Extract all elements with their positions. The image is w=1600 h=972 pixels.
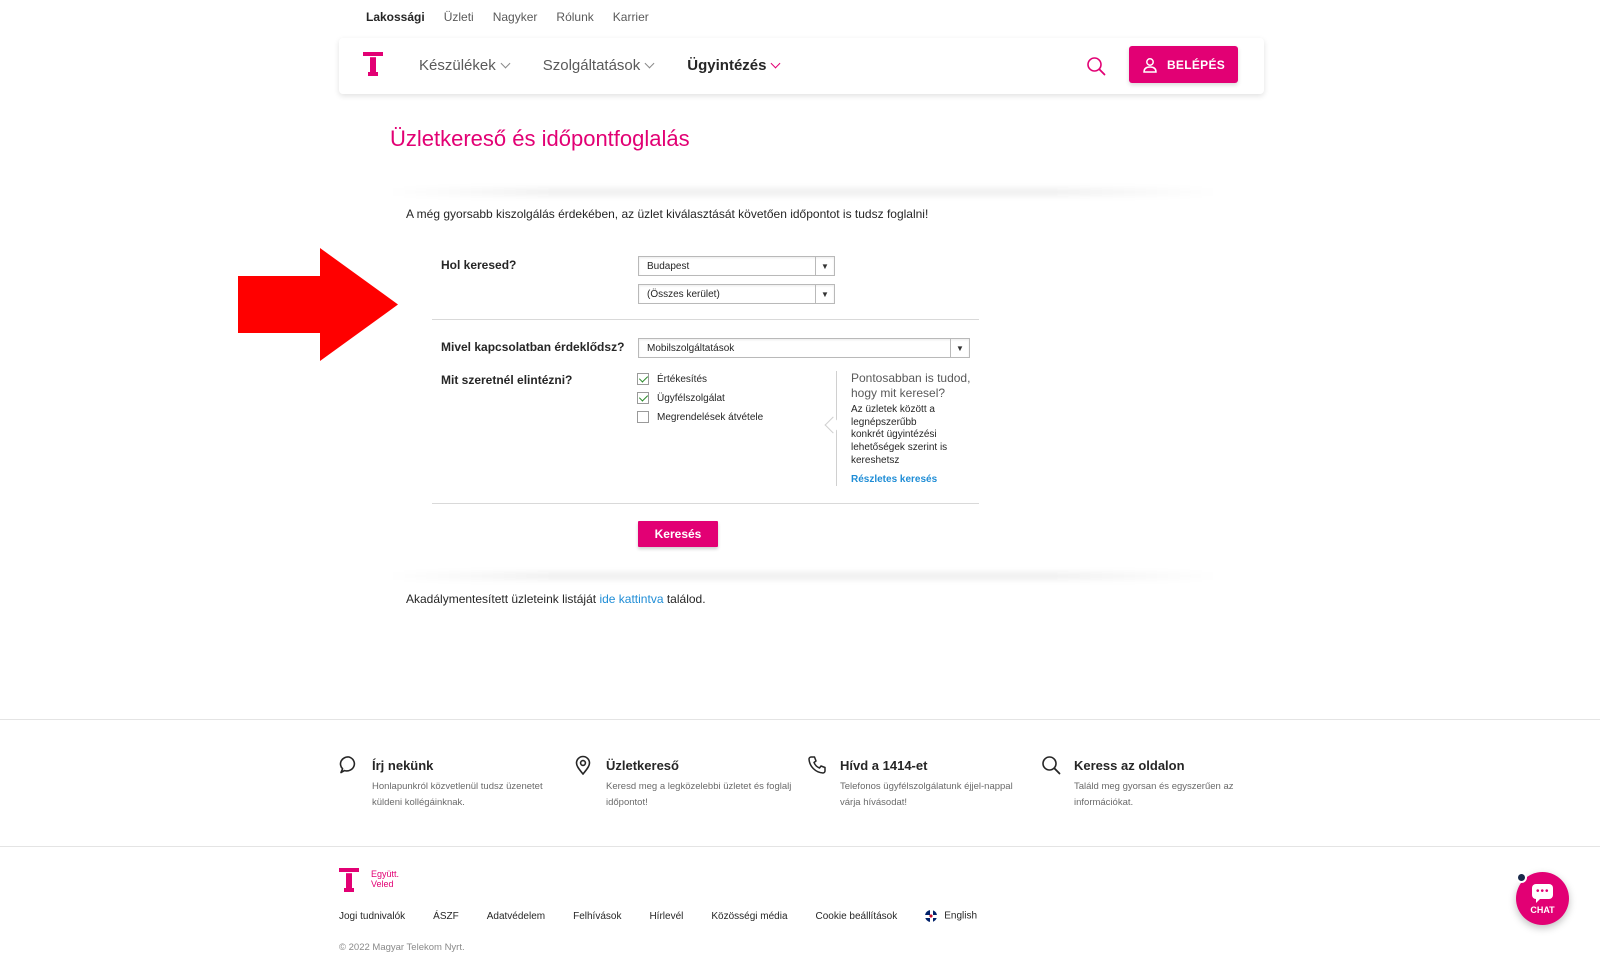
main-header: Készülékek Szolgáltatások Ügyintézés BEL… bbox=[339, 38, 1264, 94]
chat-button[interactable]: ••• CHAT bbox=[1516, 872, 1569, 925]
main-nav: Készülékek Szolgáltatások Ügyintézés bbox=[419, 57, 813, 74]
contact-store-finder-desc: Keresd meg a legközelebbi üzletet és fog… bbox=[606, 781, 792, 808]
nav-keszulekek[interactable]: Készülékek bbox=[419, 57, 511, 74]
segment-link-uzleti[interactable]: Üzleti bbox=[444, 10, 474, 24]
language-switch-label: English bbox=[944, 910, 978, 922]
footer-slogan: Együtt. Veled bbox=[371, 869, 399, 889]
search-icon bbox=[1042, 756, 1061, 775]
footer-link-kozossegi[interactable]: Közösségi média bbox=[711, 911, 787, 922]
option-megrendelesek[interactable]: Megrendelések átvétele bbox=[637, 411, 763, 423]
footer-link-jogi[interactable]: Jogi tudnivalók bbox=[339, 911, 405, 922]
panel-divider-top bbox=[388, 188, 1218, 196]
login-button-label: BELÉPÉS bbox=[1166, 57, 1226, 72]
option-ugyfelszolgalat[interactable]: Ügyfélszolgálat bbox=[637, 392, 725, 404]
nav-keszulekek-label: Készülékek bbox=[419, 57, 496, 74]
phone-icon bbox=[808, 756, 826, 774]
contact-call-title: Hívd a 1414-et bbox=[840, 758, 928, 773]
hint-body: Az üzletek között a legnépszerűbb konkré… bbox=[851, 404, 948, 466]
checkbox-ugyfelszolgalat[interactable] bbox=[637, 392, 649, 404]
chat-label: CHAT bbox=[1530, 905, 1555, 915]
panel-divider-bottom bbox=[388, 572, 1218, 580]
nav-ugyintezes[interactable]: Ügyintézés bbox=[687, 57, 781, 74]
red-arrow-annotation bbox=[238, 248, 398, 361]
segment-links: Lakossági Üzleti Nagyker Rólunk Karrier bbox=[366, 10, 668, 24]
user-icon bbox=[1143, 57, 1157, 73]
speech-bubble-icon bbox=[339, 756, 356, 774]
contact-site-search-title: Keress az oldalon bbox=[1074, 758, 1185, 773]
dropdown-arrow-icon: ▼ bbox=[950, 339, 969, 357]
search-icon[interactable] bbox=[1086, 56, 1106, 76]
footer-link-adatvedelem[interactable]: Adatvédelem bbox=[487, 911, 545, 922]
footer-slogan-line2: Veled bbox=[371, 879, 394, 889]
hint-title: Pontosabban is tudod, hogy mit keresel? bbox=[851, 371, 971, 400]
accessibility-text: Akadálymentesített üzleteink listáját id… bbox=[406, 592, 706, 606]
nav-szolgaltatasok-label: Szolgáltatások bbox=[542, 57, 641, 74]
form-divider-bottom bbox=[432, 503, 979, 504]
district-select[interactable]: (Összes kerület) ▼ bbox=[638, 284, 835, 304]
option-ertekesites[interactable]: Értékesítés bbox=[637, 373, 707, 385]
uk-flag-icon bbox=[925, 910, 938, 922]
district-select-value: (Összes kerület) bbox=[647, 289, 720, 300]
hint-notch bbox=[824, 416, 842, 434]
city-select[interactable]: Budapest ▼ bbox=[638, 256, 835, 276]
chat-dots-icon: ••• bbox=[1536, 886, 1550, 897]
segment-link-lakossagi[interactable]: Lakossági bbox=[366, 10, 425, 24]
where-label: Hol keresed? bbox=[441, 258, 517, 272]
footer-divider-bottom bbox=[0, 846, 1600, 847]
chevron-down-icon bbox=[644, 58, 655, 69]
nav-ugyintezes-label: Ügyintézés bbox=[687, 57, 767, 74]
telekom-logo[interactable] bbox=[363, 52, 383, 76]
footer-link-cookie[interactable]: Cookie beállítások bbox=[816, 911, 898, 922]
intro-text: A még gyorsabb kiszolgálás érdekében, az… bbox=[406, 207, 929, 221]
language-switch[interactable]: English bbox=[925, 910, 977, 922]
telekom-footer-logo[interactable] bbox=[339, 868, 359, 892]
footer-divider-top bbox=[0, 719, 1600, 720]
option-ugyfelszolgalat-label: Ügyfélszolgálat bbox=[657, 392, 725, 404]
copyright: © 2022 Magyar Telekom Nyrt. bbox=[339, 942, 465, 953]
notification-badge bbox=[1516, 872, 1527, 883]
dropdown-arrow-icon: ▼ bbox=[815, 285, 834, 303]
footer-link-hirlevel[interactable]: Hírlevél bbox=[649, 911, 683, 922]
checkbox-megrendelesek[interactable] bbox=[637, 411, 649, 423]
topic-label: Mivel kapcsolatban érdeklődsz? bbox=[441, 340, 625, 354]
city-select-value: Budapest bbox=[647, 261, 690, 272]
topic-select-value: Mobilszolgáltatások bbox=[647, 343, 735, 354]
task-label: Mit szeretnél elintézni? bbox=[441, 373, 573, 387]
page-title: Üzletkereső és időpontfoglalás bbox=[390, 126, 690, 151]
contact-call-desc: Telefonos ügyfélszolgálatunk éjjel-nappa… bbox=[840, 781, 1013, 808]
accessibility-prefix: Akadálymentesített üzleteink listáját bbox=[406, 592, 597, 606]
nav-szolgaltatasok[interactable]: Szolgáltatások bbox=[542, 57, 655, 74]
detailed-search-link[interactable]: Részletes keresés bbox=[851, 474, 937, 485]
segment-link-nagyker[interactable]: Nagyker bbox=[493, 10, 538, 24]
option-ertekesites-label: Értékesítés bbox=[657, 373, 708, 385]
footer-link-felhivasok[interactable]: Felhívások bbox=[573, 911, 621, 922]
location-pin-icon bbox=[575, 755, 591, 775]
option-megrendelesek-label: Megrendelések átvétele bbox=[657, 411, 764, 423]
contact-write-us-title: Írj nekünk bbox=[372, 758, 434, 773]
segment-link-rolunk[interactable]: Rólunk bbox=[556, 10, 593, 24]
footer-link-aszf[interactable]: ÁSZF bbox=[433, 911, 459, 922]
form-divider bbox=[432, 319, 979, 320]
segment-link-karrier[interactable]: Karrier bbox=[613, 10, 649, 24]
chevron-down-icon bbox=[500, 58, 511, 69]
topic-select[interactable]: Mobilszolgáltatások ▼ bbox=[638, 338, 970, 358]
accessibility-suffix: találod. bbox=[666, 592, 706, 606]
dropdown-arrow-icon: ▼ bbox=[815, 257, 834, 275]
footer-links: Jogi tudnivalók ÁSZF Adatvédelem Felhívá… bbox=[339, 910, 1005, 922]
login-button[interactable]: BELÉPÉS bbox=[1129, 46, 1238, 83]
chevron-down-icon bbox=[771, 58, 781, 69]
contact-site-search-desc: Találd meg gyorsan és egyszerűen az info… bbox=[1074, 781, 1234, 808]
footer-slogan-line1: Együtt. bbox=[371, 869, 400, 879]
checkbox-ertekesites[interactable] bbox=[637, 373, 649, 385]
contact-store-finder-title: Üzletkereső bbox=[606, 758, 679, 773]
accessibility-link[interactable]: ide kattintva bbox=[599, 592, 663, 606]
search-button[interactable]: Keresés bbox=[638, 521, 718, 547]
contact-write-us-desc: Honlapunkról közvetlenül tudsz üzenetet … bbox=[372, 781, 543, 808]
